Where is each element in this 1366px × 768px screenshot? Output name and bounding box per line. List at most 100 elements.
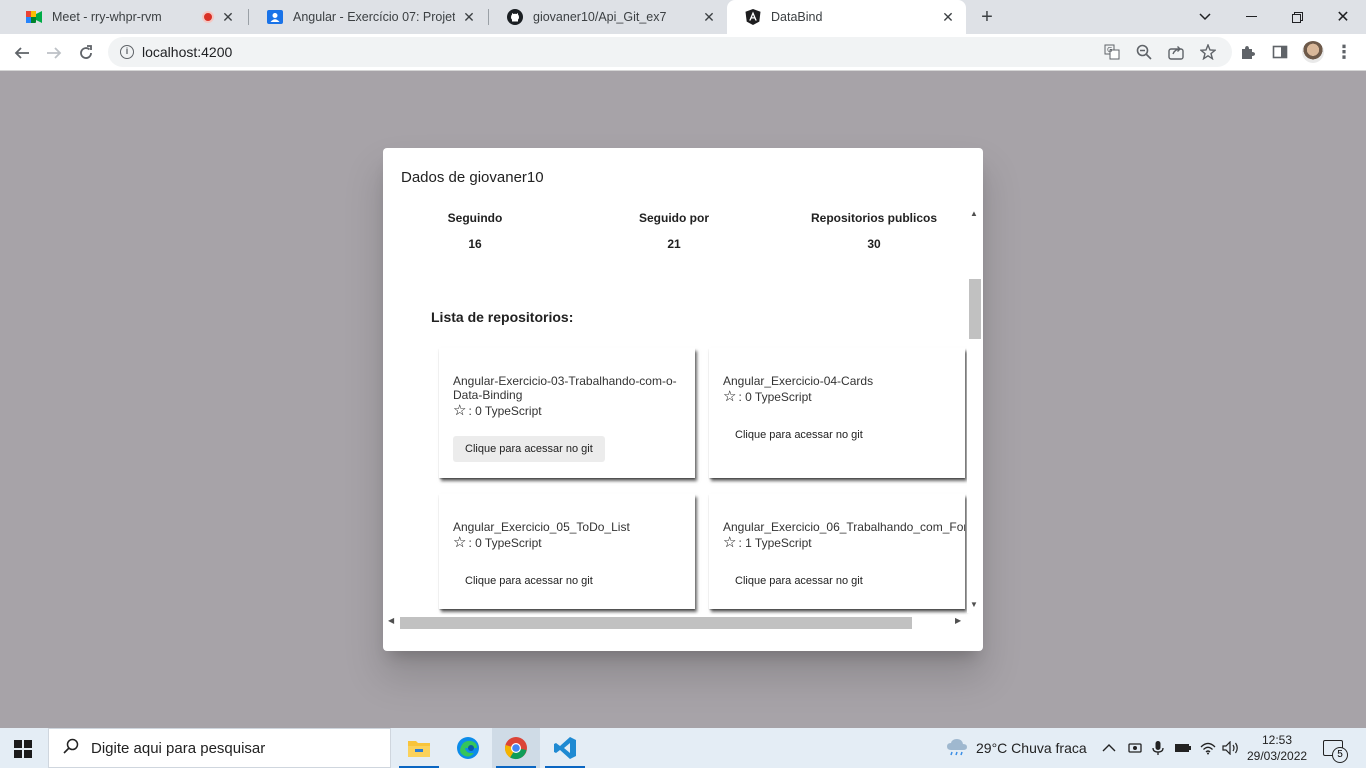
address-bar[interactable]: i localhost:4200 [108, 37, 1232, 67]
tab-title: DataBind [771, 10, 823, 24]
repo-meta: ☆ : 1 TypeScript [723, 534, 812, 551]
star-half-icon: ☆ [723, 534, 737, 551]
stat-label: Repositorios publicos [810, 211, 937, 225]
minimize-icon[interactable] [1228, 0, 1274, 34]
restore-icon[interactable] [1274, 0, 1320, 34]
angular-icon [745, 9, 761, 25]
dialog-title: Dados de giovaner10 [401, 169, 544, 186]
close-window-icon[interactable]: ✕ [1320, 0, 1366, 34]
show-hidden-icons-chevron-icon[interactable] [1102, 728, 1116, 768]
reload-icon[interactable] [72, 39, 100, 67]
weather-widget[interactable]: 29°C Chuva fraca [946, 728, 1087, 768]
search-placeholder: Digite aqui para pesquisar [91, 739, 266, 757]
stat-public-repos: Repositorios publicos 30 [804, 211, 944, 251]
recording-indicator-icon [202, 11, 214, 23]
tab-angular-exercicio[interactable]: Angular - Exercício 07: Projeto Gi ✕ [249, 0, 487, 34]
repo-name: Angular-Exercicio-03-Trabalhando-com-o-D… [453, 374, 677, 402]
rain-cloud-icon [946, 738, 968, 759]
scroll-down-arrow-icon[interactable]: ▼ [970, 600, 978, 609]
share-icon[interactable] [1166, 42, 1186, 62]
bookmark-star-icon[interactable] [1198, 42, 1218, 62]
tab-title: Angular - Exercício 07: Projeto Gi [293, 10, 455, 24]
repo-list-title: Lista de repositorios: [431, 309, 574, 325]
svg-text:G: G [1107, 46, 1112, 54]
microphone-icon[interactable] [1152, 728, 1164, 768]
open-in-git-button[interactable]: Clique para acessar no git [453, 436, 605, 462]
chrome-browser-icon[interactable] [492, 728, 540, 768]
repo-name: Angular_Exercicio-04-Cards [723, 374, 874, 388]
stat-value: 30 [867, 237, 881, 251]
open-in-git-button[interactable]: Clique para acessar no git [723, 568, 875, 594]
close-icon[interactable]: ✕ [220, 9, 236, 25]
repo-card: Angular_Exercicio_05_ToDo_List ☆ : 0 Typ… [439, 494, 695, 609]
notification-count-badge: 5 [1332, 747, 1348, 763]
clock-date: 29/03/2022 [1247, 749, 1308, 763]
scrollbar-thumb[interactable] [400, 617, 912, 629]
github-icon [507, 9, 523, 25]
repo-meta: ☆ : 0 TypeScript [723, 388, 812, 405]
google-classroom-icon [267, 9, 283, 25]
star-half-icon: ☆ [723, 388, 737, 405]
close-icon[interactable]: ✕ [701, 9, 717, 25]
vscode-icon[interactable] [541, 728, 589, 768]
close-icon[interactable]: ✕ [461, 9, 477, 25]
repo-name: Angular_Exercicio_06_Trabalhando_com_For… [723, 520, 965, 534]
tab-meet[interactable]: Meet - rry-whpr-rvm ✕ [8, 0, 246, 34]
google-meet-icon [26, 9, 42, 25]
scroll-left-arrow-icon[interactable]: ◀ [388, 616, 394, 625]
zoom-out-icon[interactable] [1134, 42, 1154, 62]
stat-value: 16 [468, 237, 482, 251]
profile-avatar[interactable] [1302, 41, 1324, 63]
volume-icon[interactable] [1222, 728, 1240, 768]
tab-search-chevron-icon[interactable] [1182, 0, 1228, 34]
repo-meta: ☆ : 0 TypeScript [453, 534, 542, 551]
repo-stars-language: : 0 TypeScript [738, 390, 812, 404]
dialog-content: Seguindo 16 Seguido por 21 Repositorios … [390, 207, 980, 662]
search-icon [63, 738, 79, 759]
more-menu-icon[interactable]: ⋮ [1334, 42, 1354, 62]
edge-browser-icon[interactable] [444, 728, 492, 768]
repo-stars-language: : 0 TypeScript [468, 404, 542, 418]
windows-taskbar: Digite aqui para pesquisar 29°C Chuva fr… [0, 728, 1366, 768]
windows-start-icon[interactable] [14, 740, 32, 758]
scroll-right-arrow-icon[interactable]: ▶ [955, 616, 961, 625]
horizontal-scrollbar[interactable]: ◀ ▶ [386, 615, 965, 630]
battery-icon[interactable] [1174, 728, 1192, 768]
browser-tab-strip: Meet - rry-whpr-rvm ✕ Angular - Exercíci… [0, 0, 1366, 34]
repo-card: Angular_Exercicio-04-Cards ☆ : 0 TypeScr… [709, 348, 965, 478]
system-clock[interactable]: 12:53 29/03/2022 [1247, 732, 1307, 764]
site-info-icon[interactable]: i [120, 45, 134, 59]
stat-label: Seguindo [447, 211, 503, 225]
tab-databind[interactable]: DataBind ✕ [727, 0, 966, 34]
meet-camera-tray-icon[interactable] [1128, 728, 1142, 768]
repo-stars-language: : 0 TypeScript [468, 536, 542, 550]
tab-github-repo[interactable]: giovaner10/Api_Git_ex7 ✕ [489, 0, 727, 34]
tab-title: Meet - rry-whpr-rvm [52, 10, 162, 24]
stat-followers: Seguido por 21 [631, 211, 717, 251]
open-in-git-button[interactable]: Clique para acessar no git [723, 422, 875, 448]
scrollbar-thumb[interactable] [969, 279, 981, 339]
star-half-icon: ☆ [453, 534, 467, 551]
close-icon[interactable]: ✕ [940, 9, 956, 25]
side-panel-icon[interactable] [1270, 42, 1290, 62]
scroll-up-arrow-icon[interactable]: ▲ [970, 209, 978, 218]
new-tab-icon[interactable]: + [976, 7, 998, 29]
stat-label: Seguido por [639, 211, 709, 225]
file-explorer-icon[interactable] [395, 728, 443, 768]
forward-arrow-icon[interactable] [40, 39, 68, 67]
taskbar-search-box[interactable]: Digite aqui para pesquisar [48, 728, 391, 768]
back-arrow-icon[interactable] [8, 39, 36, 67]
repo-meta: ☆ : 0 TypeScript [453, 402, 542, 419]
browser-toolbar: i localhost:4200 G ⋮ [0, 34, 1366, 71]
weather-text: 29°C Chuva fraca [976, 740, 1087, 756]
extensions-puzzle-icon[interactable] [1238, 42, 1258, 62]
translate-icon[interactable]: G [1102, 42, 1122, 62]
star-half-icon: ☆ [453, 402, 467, 419]
vertical-scrollbar[interactable]: ▲ ▼ [967, 207, 982, 613]
wifi-icon[interactable] [1200, 728, 1216, 768]
repo-card: Angular-Exercicio-03-Trabalhando-com-o-D… [439, 348, 695, 478]
clock-time: 12:53 [1261, 733, 1293, 747]
user-data-dialog: Dados de giovaner10 Seguindo 16 Seguido … [383, 148, 983, 651]
open-in-git-button[interactable]: Clique para acessar no git [453, 568, 605, 594]
repo-card: Angular_Exercicio_06_Trabalhando_com_For… [709, 494, 965, 609]
